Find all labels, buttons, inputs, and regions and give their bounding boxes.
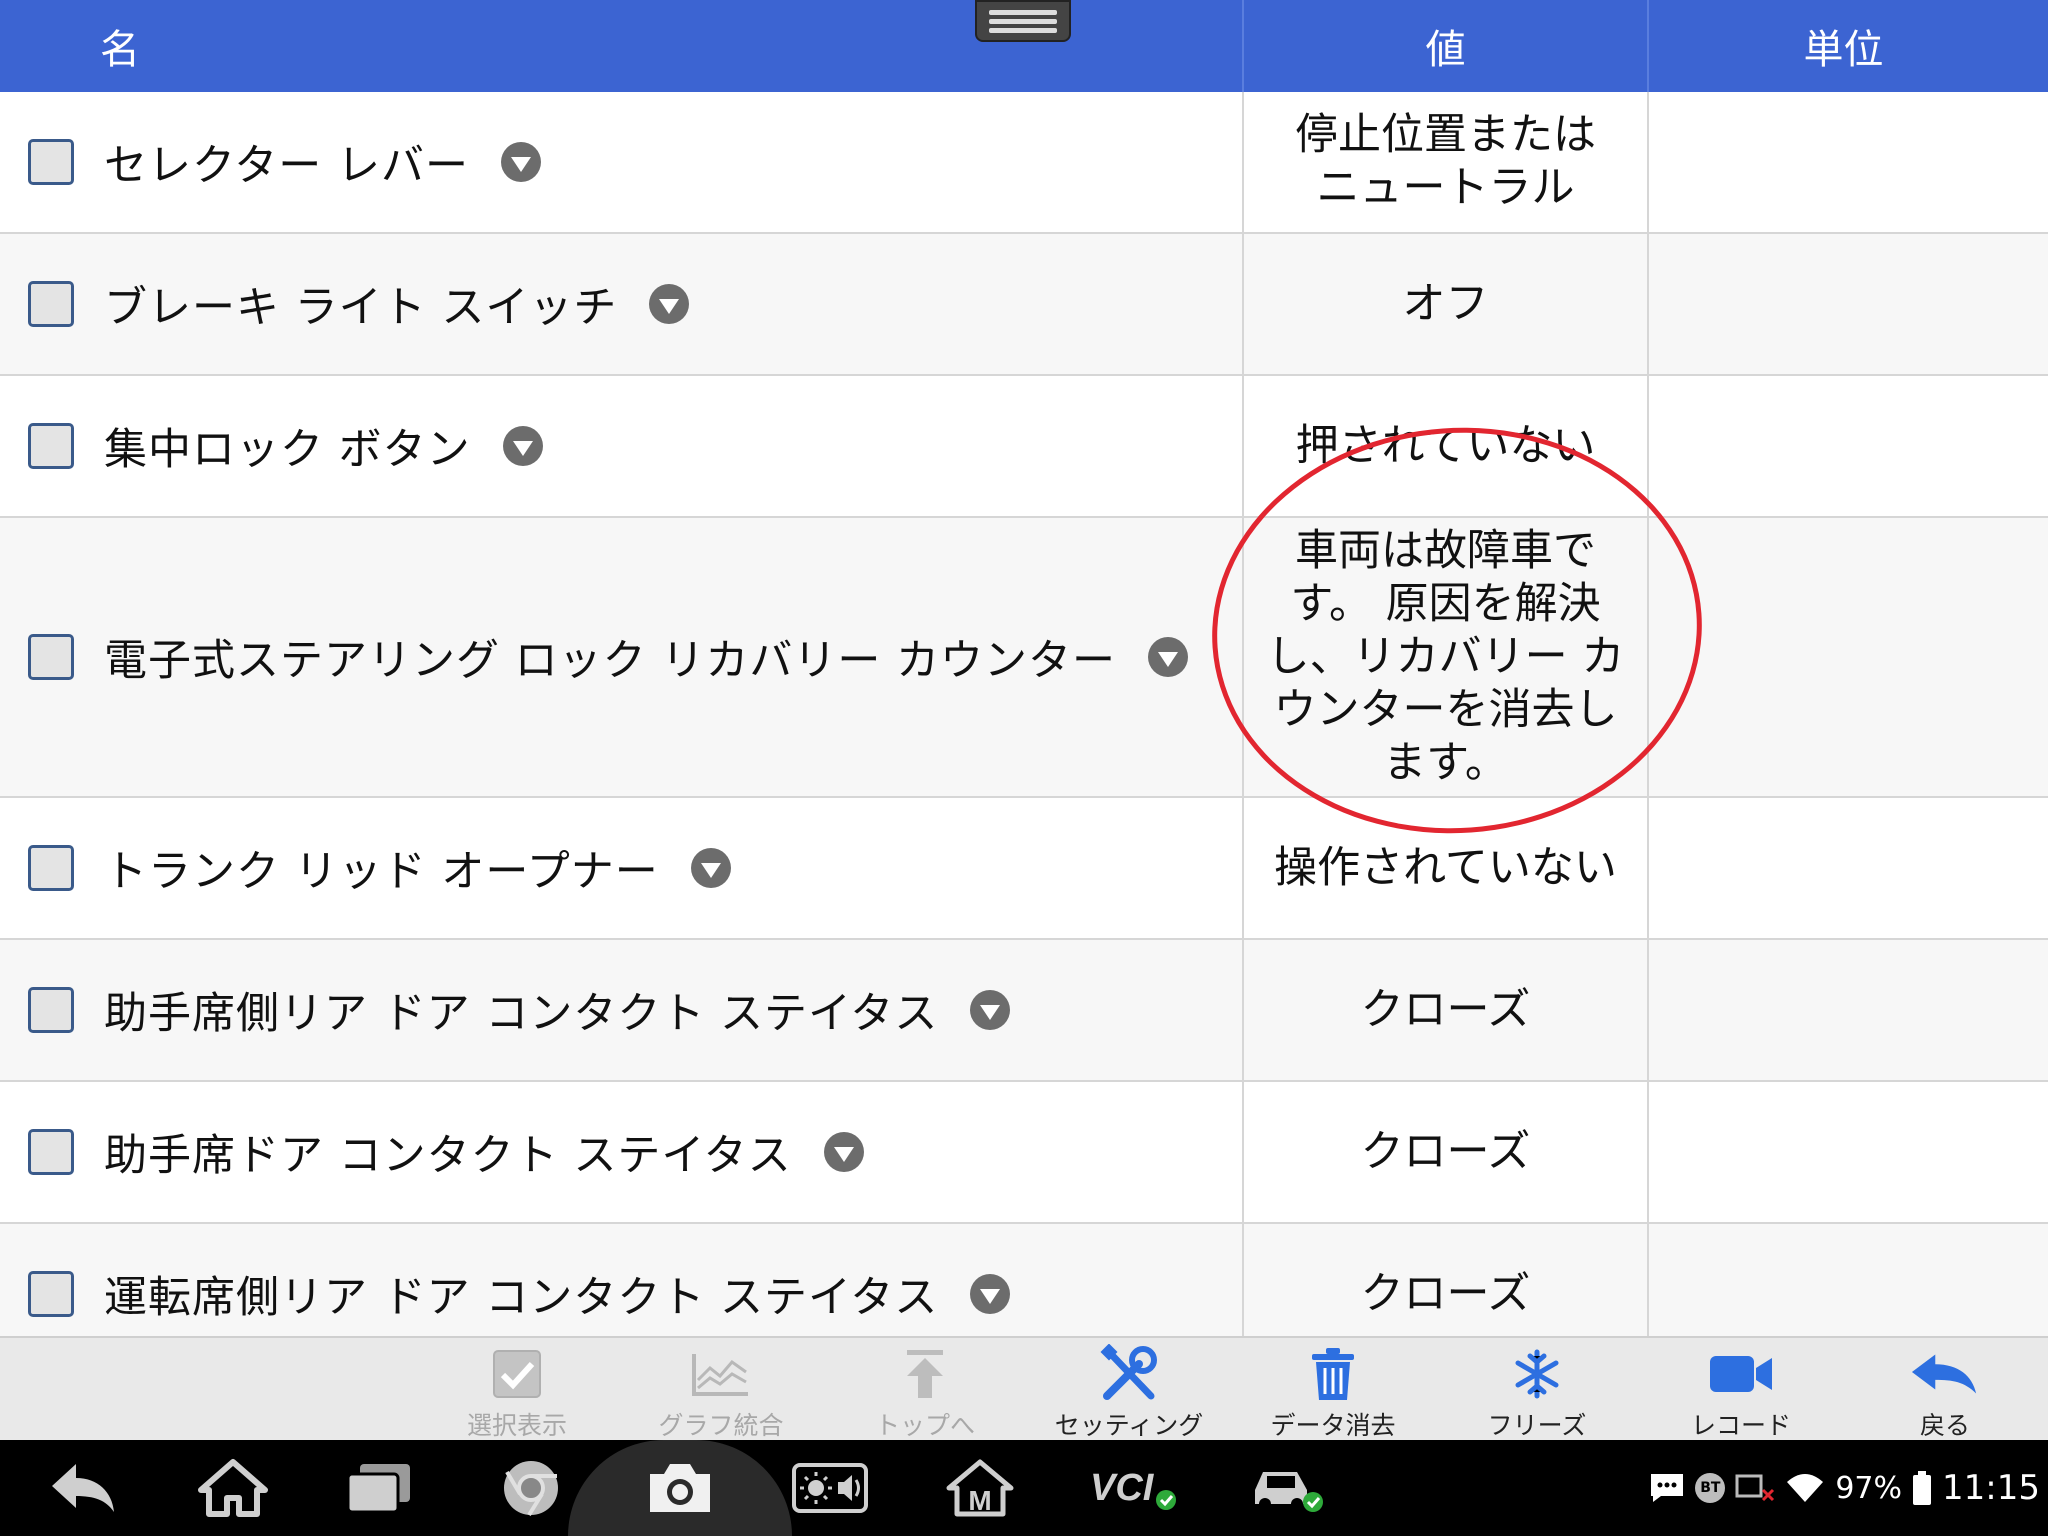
back-nav-icon[interactable]	[40, 1440, 126, 1536]
table-row[interactable]: トランク リッド オープナー 操作されていない	[0, 798, 2048, 940]
header-name: 名	[100, 27, 140, 73]
setting-button[interactable]: セッティング	[1034, 1338, 1224, 1442]
param-value: 押されていない	[1242, 376, 1647, 516]
clear-data-button[interactable]: データ消去	[1238, 1338, 1428, 1442]
dropdown-arrow-icon[interactable]	[970, 1274, 1011, 1314]
function-toolbar: 選択表示 グラフ統合 トップへ セッティング データ消去 フリーズ レコード 戻…	[0, 1336, 2048, 1440]
video-camera-icon	[1706, 1344, 1776, 1404]
param-name: 助手席側リア ドア コンタクト ステイタス	[104, 989, 939, 1039]
param-name: トランク リッド オープナー	[104, 847, 659, 897]
tools-icon	[1094, 1344, 1164, 1404]
home-icon[interactable]	[190, 1440, 276, 1536]
header-value: 値	[1242, 0, 1647, 92]
dropdown-arrow-icon[interactable]	[1148, 637, 1189, 677]
table-row[interactable]: 運転席側リア ドア コンタクト ステイタス クローズ	[0, 1224, 2048, 1336]
dropdown-arrow-icon[interactable]	[502, 426, 543, 466]
brightness-volume-icon[interactable]	[786, 1440, 874, 1536]
table-row[interactable]: 助手席ドア コンタクト ステイタス クローズ	[0, 1082, 2048, 1224]
bluetooth-icon: BT	[1695, 1473, 1726, 1503]
table-row[interactable]: 集中ロック ボタン 押されていない	[0, 376, 2048, 518]
vci-status-icon[interactable]: VCI	[1084, 1440, 1184, 1536]
trash-icon	[1298, 1344, 1368, 1404]
vci-label: VCI	[1090, 1467, 1155, 1509]
dropdown-arrow-icon[interactable]	[649, 284, 690, 324]
select-display-button[interactable]: 選択表示	[422, 1338, 612, 1442]
param-unit	[1647, 518, 2048, 796]
freeze-button[interactable]: フリーズ	[1442, 1338, 1632, 1442]
header-unit: 単位	[1647, 0, 2048, 92]
drag-handle[interactable]	[975, 0, 1071, 42]
recent-apps-icon[interactable]	[336, 1440, 422, 1536]
param-name: 運転席側リア ドア コンタクト ステイタス	[104, 1273, 939, 1323]
car-status-icon[interactable]	[1242, 1440, 1332, 1536]
param-value: 停止位置またはニュートラル	[1242, 92, 1647, 232]
param-name: 電子式ステアリング ロック リカバリー カウンター	[104, 636, 1117, 686]
param-name: 集中ロック ボタン	[104, 425, 471, 475]
maxifix-icon[interactable]: M	[936, 1440, 1024, 1536]
record-button[interactable]: レコード	[1646, 1338, 1836, 1442]
param-unit	[1647, 92, 2048, 232]
checkbox-icon	[482, 1344, 552, 1404]
chrome-icon[interactable]	[488, 1440, 574, 1536]
return-arrow-icon	[1910, 1344, 1980, 1404]
clock: 11:15	[1942, 1468, 2040, 1508]
param-unit	[1647, 798, 2048, 938]
row-checkbox[interactable]	[28, 139, 74, 185]
dropdown-arrow-icon[interactable]	[690, 848, 731, 888]
row-checkbox[interactable]	[28, 281, 74, 327]
param-unit	[1647, 1224, 2048, 1336]
param-unit	[1647, 1082, 2048, 1222]
row-checkbox[interactable]	[28, 987, 74, 1033]
wifi-icon	[1787, 1474, 1824, 1502]
param-value: クローズ	[1242, 940, 1647, 1080]
param-value: 操作されていない	[1242, 798, 1647, 938]
param-value: 車両は故障車です。 原因を解決し、リカバリー カウンターを消去します。	[1242, 518, 1647, 796]
row-checkbox[interactable]	[28, 634, 74, 680]
to-top-button[interactable]: トップへ	[830, 1338, 1020, 1442]
battery-icon	[1913, 1471, 1932, 1505]
row-checkbox[interactable]	[28, 1271, 74, 1317]
status-bar: BT 97% 11:15	[1649, 1440, 2040, 1536]
param-unit	[1647, 940, 2048, 1080]
table-row[interactable]: セレクター レバー 停止位置またはニュートラル	[0, 92, 2048, 234]
table-row[interactable]: ブレーキ ライト スイッチ オフ	[0, 234, 2048, 376]
camera-icon[interactable]	[636, 1440, 724, 1536]
data-table[interactable]: セレクター レバー 停止位置またはニュートラル ブレーキ ライト スイッチ オフ…	[0, 92, 2048, 1336]
graph-merge-button[interactable]: グラフ統合	[626, 1338, 816, 1442]
battery-percent: 97%	[1835, 1470, 1903, 1506]
dropdown-arrow-icon[interactable]	[823, 1132, 864, 1172]
back-button[interactable]: 戻る	[1850, 1338, 2040, 1442]
network-off-icon	[1735, 1474, 1775, 1502]
param-unit	[1647, 234, 2048, 374]
m-label: M	[968, 1485, 991, 1516]
graph-icon	[686, 1344, 756, 1404]
row-checkbox[interactable]	[28, 423, 74, 469]
param-value: オフ	[1242, 234, 1647, 374]
dropdown-arrow-icon[interactable]	[500, 142, 541, 182]
dropdown-arrow-icon[interactable]	[970, 990, 1011, 1030]
param-name: ブレーキ ライト スイッチ	[104, 283, 618, 333]
table-row[interactable]: 電子式ステアリング ロック リカバリー カウンター 車両は故障車です。 原因を解…	[0, 518, 2048, 798]
message-icon	[1651, 1474, 1684, 1502]
arrow-up-icon	[890, 1344, 960, 1404]
param-name: 助手席ドア コンタクト ステイタス	[104, 1131, 792, 1181]
row-checkbox[interactable]	[28, 1129, 74, 1175]
snowflake-icon	[1502, 1344, 1572, 1404]
param-value: クローズ	[1242, 1082, 1647, 1222]
param-value: クローズ	[1242, 1224, 1647, 1336]
table-row[interactable]: 助手席側リア ドア コンタクト ステイタス クローズ	[0, 940, 2048, 1082]
param-name: セレクター レバー	[104, 141, 469, 191]
row-checkbox[interactable]	[28, 845, 74, 891]
param-unit	[1647, 376, 2048, 516]
